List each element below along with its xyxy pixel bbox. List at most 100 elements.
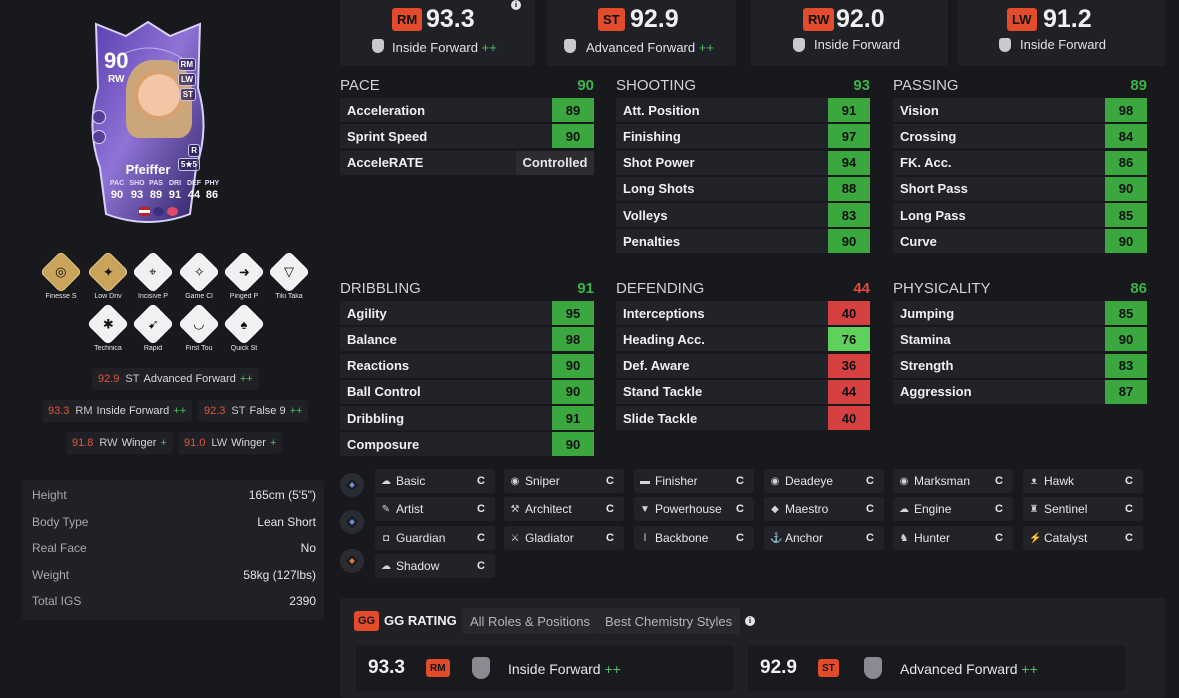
attribute-value: 87 bbox=[1105, 379, 1147, 404]
attribute-value: 40 bbox=[828, 406, 870, 431]
chem-style-chip[interactable]: ✎ Artist C bbox=[375, 497, 495, 521]
playstyle-item[interactable]: ⌖ Incisive P bbox=[131, 250, 175, 300]
chem-style-chip[interactable]: ☁ Engine C bbox=[893, 497, 1013, 521]
chem-style-chip[interactable]: ▬ Finisher C bbox=[634, 469, 754, 493]
hawk-icon: ᴥ bbox=[1030, 475, 1038, 487]
info-value: 165cm (5'5") bbox=[248, 488, 316, 502]
alt-role-pill[interactable]: 93.3 RM Inside Forward ++ bbox=[42, 400, 193, 422]
role-shield-icon bbox=[564, 39, 576, 53]
playstyle-item[interactable]: ✦ Low Driv bbox=[86, 250, 130, 300]
attribute-row: Short Pass 90 bbox=[893, 176, 1147, 201]
alt-role-name: Winger bbox=[121, 437, 157, 449]
card-stat-value: 90 bbox=[110, 189, 124, 201]
alt-role-name: Inside Forward bbox=[96, 405, 170, 417]
attribute-name: Shot Power bbox=[623, 155, 695, 171]
card-stat-label: DRI bbox=[168, 180, 182, 187]
info-icon[interactable]: i bbox=[745, 616, 755, 626]
chem-style-chip[interactable]: ☁ Shadow C bbox=[375, 554, 495, 578]
chem-style-chip[interactable]: ◆ Maestro C bbox=[764, 497, 884, 521]
alt-role-plus: + bbox=[269, 437, 277, 449]
playstyle-item[interactable]: ✱ Technica bbox=[86, 302, 130, 352]
attribute-value: 91 bbox=[552, 406, 594, 431]
chem-style-chip[interactable]: ☁ Basic C bbox=[375, 469, 495, 493]
chem-style-chip[interactable]: ⚓ Anchor C bbox=[764, 526, 884, 550]
chem-style-chip[interactable]: ♜ Sentinel C bbox=[1023, 497, 1143, 521]
attribute-row: AcceleRATE Controlled bbox=[340, 150, 594, 175]
chem-style-chip[interactable]: ⚔ Gladiator C bbox=[504, 526, 624, 550]
role-position-badge: RW bbox=[803, 8, 835, 31]
attribute-value: 84 bbox=[1105, 124, 1147, 149]
chem-style-name: Catalyst bbox=[1044, 531, 1088, 545]
alt-role-plus: ++ bbox=[173, 405, 187, 417]
chem-style-chip[interactable]: ⚒ Architect C bbox=[504, 497, 624, 521]
tab-all-roles-positions[interactable]: All Roles & Positions bbox=[462, 608, 598, 634]
playstyle-item[interactable]: ➹ Rapid bbox=[131, 302, 175, 352]
attribute-row: Jumping 85 bbox=[893, 301, 1147, 325]
catalyst-icon: ⚡ bbox=[1029, 532, 1042, 544]
chem-style-chip[interactable]: ⚡ Catalyst C bbox=[1023, 526, 1143, 550]
top-role-card[interactable]: RW 92.0 Inside Forward bbox=[751, 0, 948, 66]
card-stat-label: DEF bbox=[187, 180, 201, 187]
chem-style-grade: C bbox=[477, 532, 485, 544]
playstyle-item[interactable]: ✧ Game Cl bbox=[177, 250, 221, 300]
attribute-value: 91 bbox=[828, 98, 870, 122]
alt-role-pill[interactable]: 92.9 ST Advanced Forward ++ bbox=[92, 368, 259, 390]
chem-style-chip[interactable]: ◘ Guardian C bbox=[375, 526, 495, 550]
chem-style-grade: C bbox=[1125, 503, 1133, 515]
attribute-value: 44 bbox=[828, 379, 870, 404]
attribute-value: 95 bbox=[552, 301, 594, 325]
attribute-value: 90 bbox=[1105, 229, 1147, 254]
attribute-row: Penalties 90 bbox=[616, 229, 870, 254]
attr-group-physicality: PHYSICALITY 86 Jumping 85 Stamina 90 Strength 8… bbox=[893, 277, 1147, 406]
info-label: Weight bbox=[32, 567, 70, 582]
attribute-row: Crossing 84 bbox=[893, 124, 1147, 149]
chem-style-chip[interactable]: ♞ Hunter C bbox=[893, 526, 1013, 550]
playstyle-item[interactable]: ♠ Quick St bbox=[222, 302, 266, 352]
chem-style-chip[interactable]: ▼ Powerhouse C bbox=[634, 497, 754, 521]
chem-style-name: Architect bbox=[525, 502, 572, 516]
playstyle-item[interactable]: ◡ First Tou bbox=[177, 302, 221, 352]
playstyle-label: Pinged P bbox=[229, 293, 259, 300]
chem-tier-icon bbox=[340, 549, 364, 573]
info-row: Total IGS 2390 bbox=[32, 591, 316, 611]
attribute-value: 90 bbox=[552, 124, 594, 149]
group-title: SHOOTING bbox=[616, 76, 697, 94]
attribute-name: Dribbling bbox=[347, 410, 405, 426]
powerhouse-icon: ▼ bbox=[640, 503, 650, 515]
chem-style-chip[interactable]: ◉ Deadeye C bbox=[764, 469, 884, 493]
attribute-row: Vision 98 bbox=[893, 98, 1147, 122]
chem-style-name: Engine bbox=[914, 502, 952, 516]
top-role-card[interactable]: LW 91.2 Inside Forward bbox=[957, 0, 1166, 66]
attribute-name: Curve bbox=[900, 233, 937, 249]
attribute-row: Long Shots 88 bbox=[616, 176, 870, 201]
chem-style-name: Sentinel bbox=[1044, 502, 1088, 516]
alt-role-pill[interactable]: 92.3 ST False 9 ++ bbox=[198, 400, 309, 422]
accelerate-type: Controlled bbox=[516, 150, 594, 175]
alt-role-plus: + bbox=[160, 437, 167, 449]
gg-best-role[interactable]: 93.3 RM Inside Forward ++ bbox=[356, 646, 734, 691]
chem-style-chip[interactable]: ᴥ Hawk C bbox=[1023, 469, 1143, 493]
attribute-value: 85 bbox=[1105, 203, 1147, 228]
player-card[interactable]: 90 RW RM LW ST R 5★5 Pfeiffer PAC SHO PA… bbox=[86, 18, 219, 228]
gg-best-role[interactable]: 92.9 ST Advanced Forward ++ bbox=[748, 646, 1126, 691]
tab-best-chemistry-styles[interactable]: Best Chemistry Styles bbox=[597, 608, 741, 634]
playstyle-item[interactable]: ◎ Finesse S bbox=[39, 250, 83, 300]
attribute-row: Acceleration 89 bbox=[340, 98, 594, 122]
alt-role-pill[interactable]: 91.0 LW Winger + bbox=[178, 432, 283, 454]
alt-role-pill[interactable]: 91.8 RW Winger + bbox=[66, 432, 173, 454]
info-icon[interactable]: i bbox=[511, 0, 521, 10]
chem-style-chip[interactable]: Ⅰ Backbone C bbox=[634, 526, 754, 550]
chem-style-chip[interactable]: ◉ Sniper C bbox=[504, 469, 624, 493]
card-stat-value: 91 bbox=[168, 189, 182, 201]
chem-style-name: Deadeye bbox=[785, 474, 834, 488]
playstyle-item[interactable]: ➜ Pinged P bbox=[222, 250, 266, 300]
role-shield-icon bbox=[472, 657, 490, 679]
gg-rating-title: GG RATING bbox=[384, 613, 457, 628]
top-role-card[interactable]: RM 93.3 Inside Forward ++ bbox=[340, 0, 535, 66]
attribute-row: FK. Acc. 86 bbox=[893, 150, 1147, 175]
attribute-value: 90 bbox=[552, 353, 594, 378]
finisher-icon: ▬ bbox=[640, 475, 650, 487]
chem-style-chip[interactable]: ◉ Marksman C bbox=[893, 469, 1013, 493]
playstyle-item[interactable]: ▽ Tiki Taka bbox=[267, 250, 311, 300]
top-role-card[interactable]: ST 92.9 Advanced Forward ++ bbox=[546, 0, 736, 66]
